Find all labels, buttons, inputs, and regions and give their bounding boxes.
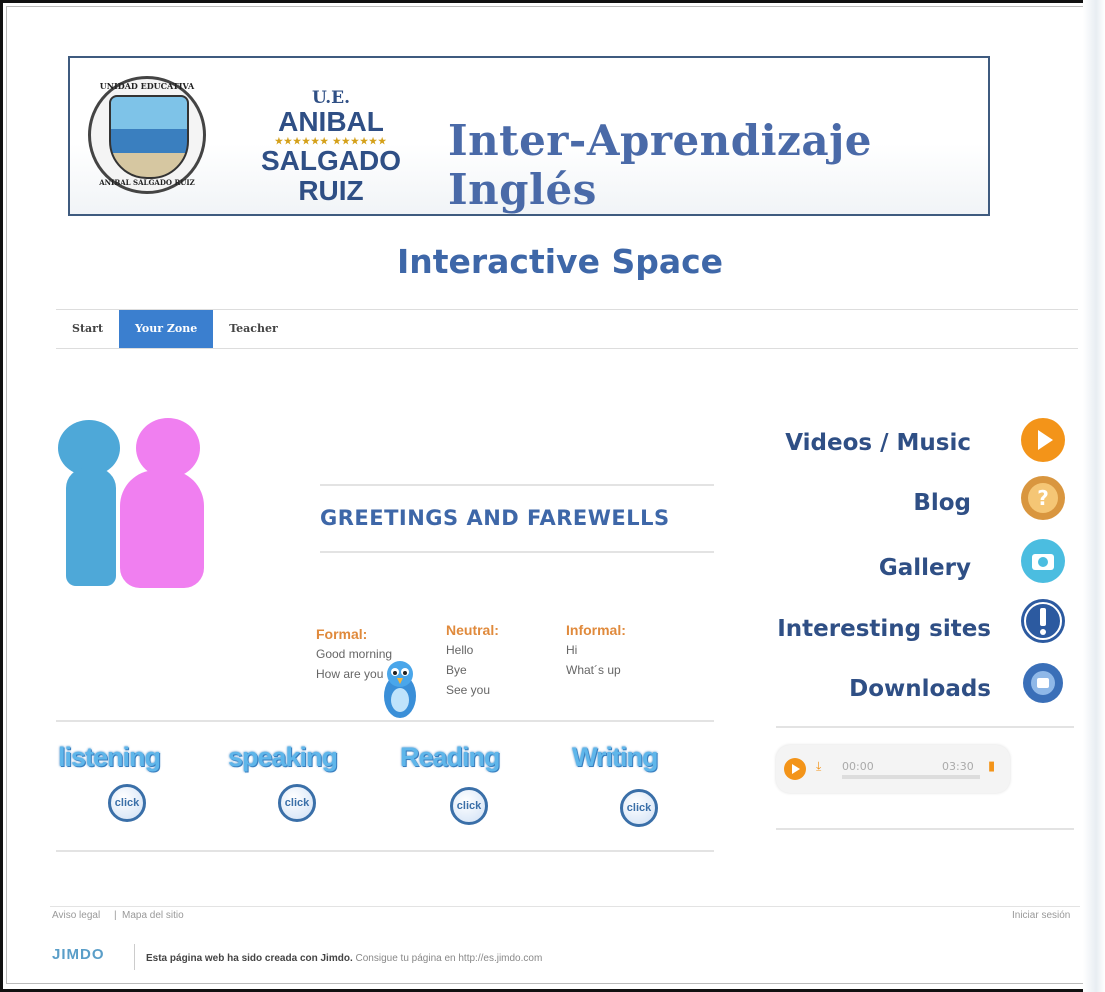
jimdo-logo[interactable]: JIMDO bbox=[52, 946, 105, 963]
heading-top-divider bbox=[320, 484, 714, 486]
site-title[interactable]: Interactive Space bbox=[0, 242, 1105, 281]
girl-silhouette-body bbox=[120, 470, 204, 588]
footer-login-link[interactable]: Iniciar sesión bbox=[1012, 910, 1070, 921]
question-icon[interactable]: ? bbox=[1020, 475, 1066, 521]
school-name: U.E. ANIBAL ★★★★★★ ★★★★★★ SALGADO RUIZ bbox=[236, 88, 426, 206]
neutral-item: Hello bbox=[446, 643, 474, 657]
sidebar-divider-bottom bbox=[776, 828, 1074, 830]
nav-item-start[interactable]: Start bbox=[56, 310, 119, 348]
bird-icon bbox=[384, 661, 416, 718]
formal-header: Formal: bbox=[316, 626, 368, 642]
skill-reading-label[interactable]: Reading bbox=[400, 742, 501, 773]
credit-rest[interactable]: Consigue tu página en http://es.jimdo.co… bbox=[353, 953, 543, 964]
seal-bottom-text: ANIBAL SALGADO RUIZ bbox=[99, 178, 195, 187]
neutral-column: Neutral: Hello Bye See you bbox=[446, 620, 499, 700]
listening-click-button[interactable]: click bbox=[108, 784, 146, 822]
skill-writing-label[interactable]: Writing bbox=[572, 742, 658, 773]
heading-bottom-divider bbox=[320, 551, 714, 553]
footer-sitemap-link[interactable]: Mapa del sitio bbox=[122, 910, 184, 921]
skills-bottom-divider bbox=[56, 850, 714, 852]
player-duration: 03:30 bbox=[942, 760, 974, 773]
download-icon[interactable] bbox=[1020, 660, 1066, 706]
sidebar-link-blog[interactable]: Blog bbox=[913, 490, 971, 516]
seal-top-text: UNIDAD EDUCATIVA bbox=[99, 81, 195, 91]
skills-top-divider bbox=[56, 720, 714, 722]
svg-text:?: ? bbox=[1037, 486, 1049, 510]
boy-silhouette-body bbox=[66, 468, 116, 586]
player-progress-track[interactable] bbox=[842, 775, 980, 779]
girl-silhouette-head bbox=[136, 418, 200, 478]
neutral-header: Neutral: bbox=[446, 622, 499, 638]
camera-icon[interactable] bbox=[1020, 538, 1066, 584]
skill-speaking-label[interactable]: speaking bbox=[228, 742, 338, 773]
writing-click-button[interactable]: click bbox=[620, 789, 658, 827]
jimdo-credit: Esta página web ha sido creada con Jimdo… bbox=[146, 953, 542, 964]
player-play-button[interactable] bbox=[784, 758, 806, 780]
banner-title: Inter-Aprendizaje Inglés bbox=[448, 116, 873, 214]
seal-shield-icon bbox=[109, 95, 189, 179]
neutral-item: See you bbox=[446, 683, 491, 697]
player-volume-icon[interactable]: ▮ bbox=[988, 759, 995, 774]
sidebar-link-videos-music[interactable]: Videos / Music bbox=[785, 430, 971, 456]
footer-divider bbox=[50, 906, 1080, 907]
informal-column: Informal: Hi What´s up bbox=[566, 620, 626, 680]
nav-bottom-divider bbox=[56, 348, 1078, 349]
exclamation-icon[interactable] bbox=[1020, 598, 1066, 644]
reading-click-button[interactable]: click bbox=[450, 787, 488, 825]
sidebar-link-gallery[interactable]: Gallery bbox=[879, 555, 971, 581]
school-name-line1: ANIBAL bbox=[278, 106, 384, 137]
informal-header: Informal: bbox=[566, 622, 626, 638]
play-icon[interactable] bbox=[1020, 417, 1066, 463]
player-current-time: 00:00 bbox=[842, 760, 874, 773]
section-heading: GREETINGS AND FAREWELLS bbox=[320, 506, 670, 530]
header-banner: UNIDAD EDUCATIVA ANIBAL SALGADO RUIZ U.E… bbox=[68, 56, 990, 216]
school-seal-logo: UNIDAD EDUCATIVA ANIBAL SALGADO RUIZ bbox=[88, 76, 206, 194]
sidebar-link-interesting-sites[interactable]: Interesting sites bbox=[777, 616, 991, 642]
skill-listening-label[interactable]: listening bbox=[58, 742, 161, 773]
player-download-icon[interactable]: ⤓ bbox=[816, 759, 821, 774]
nav-item-teacher[interactable]: Teacher bbox=[213, 310, 294, 348]
jimdo-divider bbox=[134, 944, 135, 970]
school-ue: U.E. bbox=[311, 88, 351, 108]
scrollbar-track[interactable] bbox=[1083, 0, 1105, 992]
nav-item-your-zone[interactable]: Your Zone bbox=[119, 310, 214, 348]
footer-separator: | bbox=[114, 910, 117, 921]
sidebar-link-downloads[interactable]: Downloads bbox=[849, 676, 991, 702]
footer-legal-link[interactable]: Aviso legal bbox=[52, 910, 100, 921]
credit-bold: Esta página web ha sido creada con Jimdo… bbox=[146, 953, 353, 964]
sidebar-divider-top bbox=[776, 726, 1074, 728]
neutral-item: Bye bbox=[446, 663, 467, 677]
speaking-click-button[interactable]: click bbox=[278, 784, 316, 822]
school-name-line2: SALGADO RUIZ bbox=[261, 145, 401, 206]
informal-item: Hi bbox=[566, 643, 578, 657]
informal-item: What´s up bbox=[566, 663, 621, 677]
main-navigation: Start Your Zone Teacher bbox=[56, 310, 294, 348]
audio-player: ⤓ 00:00 03:30 ▮ bbox=[776, 745, 1010, 793]
